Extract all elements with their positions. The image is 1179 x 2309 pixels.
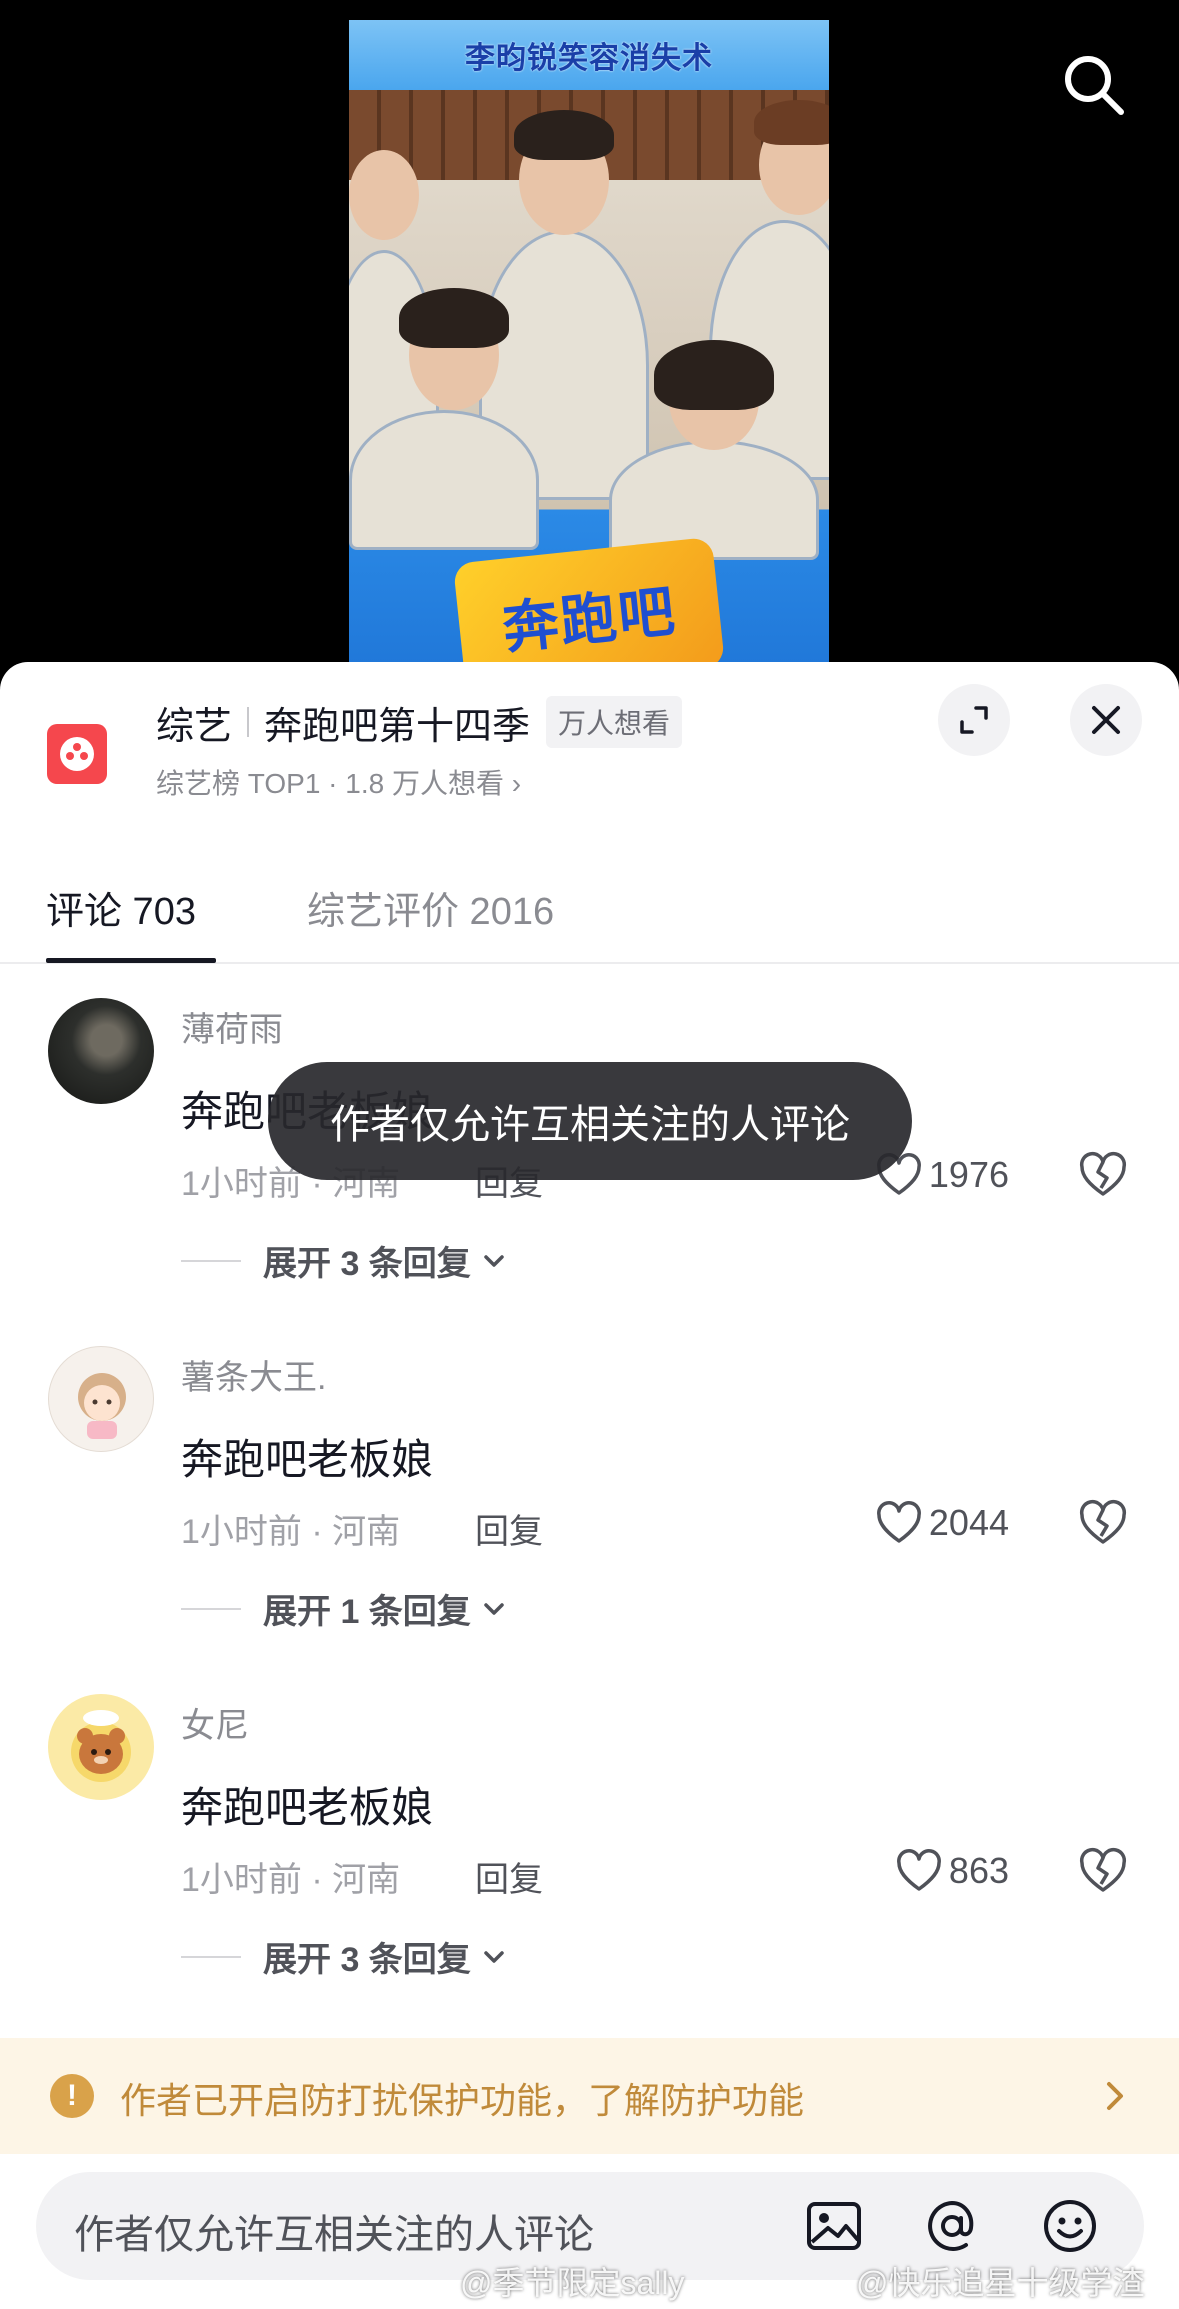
- comment-input-placeholder: 作者仅允许互相关注的人评论: [74, 2213, 594, 2257]
- video-frame: 李昀锐笑容消失术 奔跑吧: [349, 20, 829, 700]
- video-person: [349, 410, 539, 550]
- expand-replies-label: 展开 1 条回复: [263, 1593, 471, 1631]
- active-tab-indicator: [46, 958, 216, 963]
- like-count: 863: [948, 1850, 1009, 1891]
- toast-message: 作者仅允许互相关注的人评论: [268, 1062, 912, 1180]
- expand-replies-button[interactable]: 展开 3 条回复: [181, 1932, 507, 1981]
- comment-meta: 1小时前 · 河南: [181, 1861, 401, 1899]
- reply-button[interactable]: 回复: [475, 1504, 543, 1553]
- chevron-down-icon: [484, 1950, 504, 1963]
- mention-button[interactable]: [922, 2196, 982, 2256]
- heart-icon: [896, 1849, 941, 1891]
- warning-icon: !: [50, 2074, 94, 2118]
- close-panel-button[interactable]: [1070, 684, 1142, 756]
- dislike-button[interactable]: [1078, 1150, 1128, 1200]
- comment-username[interactable]: 女尼: [181, 1698, 249, 1747]
- comment-username[interactable]: 薄荷雨: [181, 1002, 283, 1051]
- show-info[interactable]: 综艺 奔跑吧第十四季 万人想看 综艺榜 TOP1 · 1.8 万人想看 ›: [0, 662, 1179, 812]
- show-title-row: 综艺 奔跑吧第十四季 万人想看: [156, 696, 683, 748]
- chevron-right-icon: [1107, 2082, 1123, 2110]
- comment-username[interactable]: 薯条大王.: [181, 1350, 326, 1399]
- broken-heart-icon: [1079, 1500, 1127, 1544]
- variety-show-icon: [47, 724, 107, 784]
- reply-divider: [181, 1259, 241, 1262]
- tab-reviews[interactable]: 综艺评价 2016: [307, 880, 554, 935]
- avatar[interactable]: [48, 998, 154, 1104]
- tab-comments[interactable]: 评论 703: [46, 880, 196, 935]
- search-button[interactable]: [1059, 50, 1129, 120]
- protection-notice[interactable]: ! 作者已开启防打扰保护功能，了解防护功能: [0, 2038, 1179, 2154]
- expand-icon: [960, 706, 988, 734]
- dislike-button[interactable]: [1078, 1846, 1128, 1896]
- video-caption-banner: 李昀锐笑容消失术: [349, 20, 829, 90]
- comment-text: 奔跑吧老板娘: [181, 1436, 434, 1483]
- dislike-button[interactable]: [1078, 1498, 1128, 1548]
- like-count: 2044: [928, 1502, 1009, 1543]
- watermark: @快乐追星十级学渣: [856, 2265, 1145, 2301]
- avatar[interactable]: [48, 1694, 154, 1800]
- image-icon: [807, 2202, 861, 2250]
- show-logo-text: 奔跑吧: [499, 578, 680, 660]
- broken-heart-icon: [1079, 1848, 1127, 1892]
- like-button[interactable]: 863: [895, 1844, 1009, 1898]
- show-category: 综艺: [156, 705, 233, 748]
- broken-heart-icon: [1079, 1152, 1127, 1196]
- watermark: @季节限定sally: [460, 2265, 685, 2301]
- expand-replies-label: 展开 3 条回复: [263, 1941, 471, 1979]
- at-icon: [928, 2200, 974, 2251]
- comment-item: 薯条大王. 奔跑吧老板娘 1小时前 · 河南 回复 2044 展开 1 条回复: [0, 1346, 1179, 1666]
- heart-icon: [876, 1501, 921, 1543]
- emoji-button[interactable]: [1040, 2196, 1100, 2256]
- video-person-hair: [654, 340, 774, 410]
- like-count: 1976: [928, 1154, 1009, 1195]
- video-person-hair: [399, 288, 509, 348]
- expand-replies-label: 展开 3 条回复: [263, 1245, 471, 1283]
- show-title: 奔跑吧第十四季: [264, 705, 531, 748]
- expand-panel-button[interactable]: [938, 684, 1010, 756]
- comment-meta: 1小时前 · 河南: [181, 1513, 401, 1551]
- reply-divider: [181, 1955, 241, 1958]
- expand-replies-button[interactable]: 展开 3 条回复: [181, 1236, 507, 1285]
- chevron-down-icon: [484, 1254, 504, 1267]
- video-person-hair: [754, 100, 829, 145]
- comment-text: 奔跑吧老板娘: [181, 1784, 434, 1831]
- video-person-head: [349, 150, 419, 240]
- title-divider: [247, 707, 250, 737]
- emoji-icon: [1044, 2200, 1096, 2252]
- image-button[interactable]: [804, 2196, 864, 2256]
- want-to-watch-badge: 万人想看: [546, 696, 683, 748]
- video-person-hair: [514, 110, 614, 160]
- show-ranking[interactable]: 综艺榜 TOP1 · 1.8 万人想看 ›: [156, 762, 521, 802]
- comment-item: 女尼 奔跑吧老板娘 1小时前 · 河南 回复 863 展开 3 条回复: [0, 1694, 1179, 2014]
- protection-notice-text: 作者已开启防打扰保护功能，了解防护功能: [120, 2080, 805, 2121]
- video-caption: 李昀锐笑容消失术: [465, 42, 713, 75]
- avatar[interactable]: [48, 1346, 154, 1452]
- video-person: [609, 440, 819, 560]
- comment-tabs: 评论 703 综艺评价 2016: [0, 860, 1179, 964]
- reply-button[interactable]: 回复: [475, 1852, 543, 1901]
- close-icon: [1092, 706, 1120, 734]
- search-icon: [1065, 56, 1124, 115]
- video-player[interactable]: 李昀锐笑容消失术 奔跑吧: [0, 0, 1179, 700]
- expand-replies-button[interactable]: 展开 1 条回复: [181, 1584, 507, 1633]
- reply-divider: [181, 1607, 241, 1610]
- chevron-down-icon: [484, 1602, 504, 1615]
- like-button[interactable]: 2044: [875, 1496, 1009, 1550]
